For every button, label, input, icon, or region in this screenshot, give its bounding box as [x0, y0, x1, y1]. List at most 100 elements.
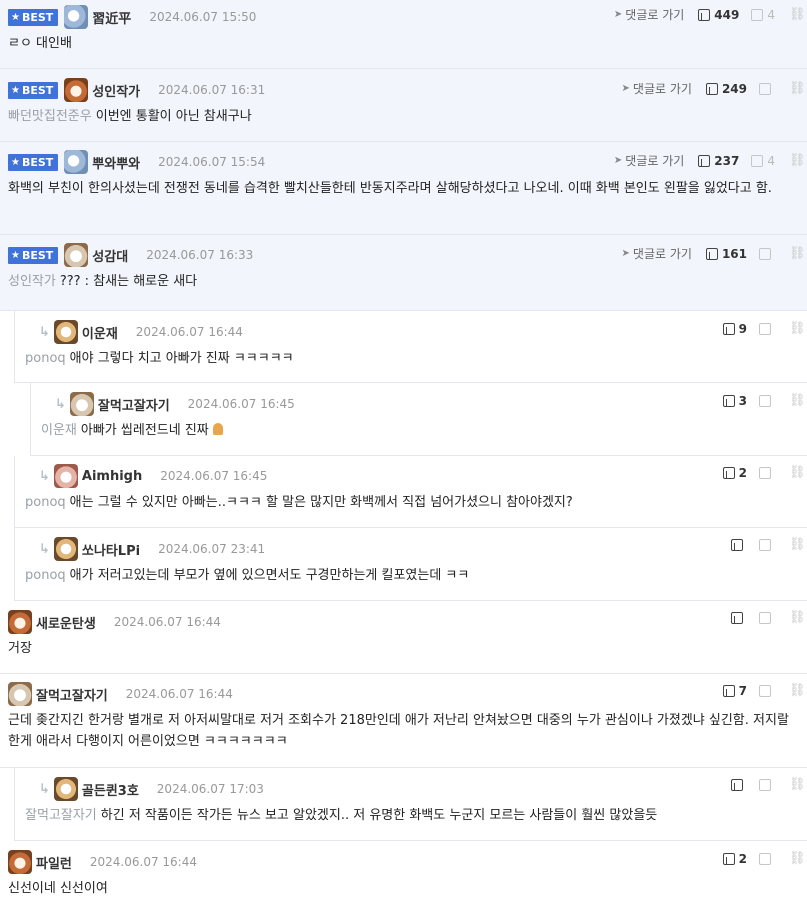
thumbs-down-icon — [759, 612, 771, 624]
thumbs-down-icon — [759, 395, 771, 407]
avatar[interactable] — [64, 5, 89, 29]
author-name[interactable]: 쏘나타LPi — [82, 540, 140, 559]
link-icon[interactable]: ⛓ — [789, 8, 806, 21]
avatar[interactable] — [8, 610, 32, 634]
avatar[interactable] — [64, 150, 89, 174]
dislike-button[interactable] — [759, 539, 775, 551]
author-name[interactable]: 이운재 — [82, 323, 118, 342]
thumbs-down-icon — [759, 539, 771, 551]
person-emoji-icon — [212, 423, 223, 435]
link-icon[interactable]: ⛓ — [789, 82, 806, 95]
author-name[interactable]: 잘먹고잘자기 — [36, 685, 108, 704]
dislike-button[interactable] — [759, 467, 775, 479]
dislike-button[interactable] — [759, 612, 775, 624]
arrow-icon: ➤ — [621, 248, 630, 259]
like-button[interactable] — [731, 539, 747, 551]
goto-comment-link[interactable]: ➤ 댓글로 가기 — [622, 80, 692, 97]
avatar[interactable] — [53, 464, 78, 488]
star-icon: ★ — [11, 249, 20, 261]
link-icon[interactable]: ⛓ — [789, 322, 806, 335]
like-button[interactable] — [731, 612, 747, 624]
comment: 파일런 2024.06.07 16:44 신선이네 신선이여 2 ⛓ — [0, 841, 807, 911]
goto-comment-link[interactable]: ➤ 댓글로 가기 — [614, 6, 684, 23]
link-icon[interactable]: ⛓ — [789, 778, 806, 791]
mention[interactable]: 빠던맛집전준우 — [8, 109, 92, 124]
link-icon[interactable]: ⛓ — [789, 154, 806, 167]
comment-text: 잘먹고잘자기 하긴 저 작품이든 작가든 뉴스 보고 알았겠지.. 저 유명한 화… — [25, 808, 658, 823]
avatar[interactable] — [53, 777, 78, 801]
comment-text: 화백의 부친이 한의사셨는데 전쟁전 동네를 습격한 빨치산들한테 반동지주라며… — [8, 181, 772, 196]
author-name[interactable]: 뿌와뿌와 — [92, 153, 140, 172]
link-icon[interactable]: ⛓ — [789, 394, 806, 407]
avatar[interactable] — [8, 682, 32, 706]
link-icon[interactable]: ⛓ — [789, 538, 806, 551]
comment-list: ★ BEST 習近平 2024.06.07 15:50 ㄹㅇ 대인배 ➤ 댓글로 가… — [0, 0, 807, 911]
dislike-button[interactable]: 4 — [751, 154, 775, 168]
link-icon[interactable]: ⛓ — [789, 466, 806, 479]
avatar[interactable] — [8, 850, 32, 874]
comment-date: 2024.06.07 16:31 — [158, 83, 266, 97]
author-name[interactable]: 習近平 — [92, 8, 131, 27]
like-button[interactable]: 2 — [722, 852, 747, 866]
dislike-button[interactable] — [759, 779, 775, 791]
like-button[interactable]: 7 — [722, 684, 747, 698]
like-button[interactable] — [731, 779, 747, 791]
thumbs-up-icon — [731, 539, 743, 551]
mention[interactable]: 이운재 — [41, 423, 77, 438]
arrow-icon: ➤ — [613, 9, 623, 20]
mention[interactable]: 성인작가 — [8, 274, 56, 289]
like-button[interactable]: 249 — [705, 82, 747, 96]
best-badge: ★ BEST — [8, 8, 59, 26]
author-name[interactable]: Aimhigh — [82, 469, 142, 484]
dislike-button[interactable] — [759, 395, 775, 407]
link-icon[interactable]: ⛓ — [789, 247, 806, 260]
star-icon: ★ — [11, 11, 20, 23]
like-button[interactable]: 449 — [698, 8, 739, 22]
link-icon[interactable]: ⛓ — [789, 611, 806, 624]
link-icon[interactable]: ⛓ — [789, 684, 806, 697]
avatar[interactable] — [64, 78, 89, 102]
avatar[interactable] — [69, 392, 94, 416]
dislike-button[interactable] — [759, 323, 775, 335]
arrow-icon: ➤ — [621, 83, 630, 94]
link-icon[interactable]: ⛓ — [789, 852, 806, 865]
dislike-button[interactable] — [759, 853, 775, 865]
star-icon: ★ — [11, 84, 20, 96]
like-button[interactable]: 161 — [705, 247, 747, 261]
like-button[interactable]: 237 — [698, 154, 739, 168]
mention[interactable]: ponoq — [25, 568, 66, 583]
avatar[interactable] — [64, 243, 89, 267]
goto-comment-link[interactable]: ➤ 댓글로 가기 — [614, 152, 684, 169]
dislike-button[interactable] — [759, 685, 775, 697]
comment-tools: ⛓ — [731, 538, 806, 551]
comment-tools: 7 ⛓ — [722, 684, 806, 698]
author-name[interactable]: 성인작가 — [92, 81, 140, 100]
dislike-button[interactable]: 4 — [751, 8, 775, 22]
comment-date: 2024.06.07 16:45 — [187, 397, 295, 411]
best-comment: ★ BEST 習近平 2024.06.07 15:50 ㄹㅇ 대인배 ➤ 댓글로 가… — [0, 0, 807, 69]
goto-comment-link[interactable]: ➤ 댓글로 가기 — [622, 245, 692, 262]
comment-tools: ⛓ — [731, 778, 806, 791]
avatar[interactable] — [53, 320, 78, 344]
thumbs-down-icon — [759, 779, 771, 791]
comment-text: 성인작가??? : 참새는 해로운 새다 — [8, 274, 198, 289]
mention[interactable]: 잘먹고잘자기 — [25, 808, 97, 823]
thumbs-up-icon — [722, 685, 735, 697]
like-button[interactable]: 2 — [722, 466, 747, 480]
author-name[interactable]: 새로운탄생 — [36, 613, 96, 632]
dislike-button[interactable] — [759, 82, 775, 95]
mention[interactable]: ponoq — [25, 495, 66, 510]
like-button[interactable]: 9 — [722, 322, 747, 336]
comment-tools: ⛓ — [731, 611, 806, 624]
like-button[interactable]: 3 — [722, 394, 747, 408]
dislike-button[interactable] — [759, 247, 775, 260]
comment-text: ponoq 애가 저러고있는데 부모가 옆에 있으면서도 구경만하는게 킬포였는데… — [25, 568, 470, 583]
mention[interactable]: ponoq — [25, 351, 66, 366]
thumbs-down-icon — [759, 247, 771, 260]
author-name[interactable]: 잘먹고잘자기 — [98, 395, 170, 414]
author-name[interactable]: 성감대 — [92, 246, 128, 265]
author-name[interactable]: 골든퀸3호 — [82, 780, 139, 799]
author-name[interactable]: 파일런 — [36, 853, 72, 872]
avatar[interactable] — [53, 537, 78, 561]
thumbs-up-icon — [705, 82, 718, 95]
